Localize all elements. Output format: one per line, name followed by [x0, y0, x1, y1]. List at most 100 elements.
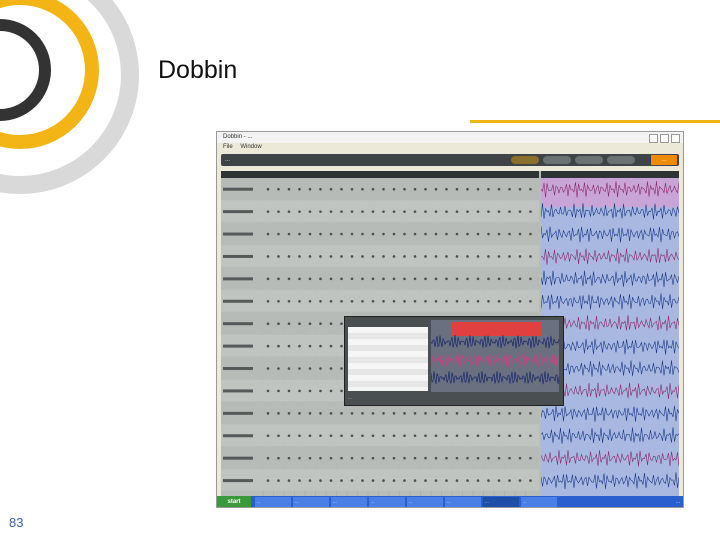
task-button[interactable]: ...	[255, 497, 291, 507]
waveform-trace	[541, 247, 679, 265]
grid-cell-mark	[529, 187, 532, 191]
grid-cell-mark	[298, 210, 301, 213]
grid-cell-mark	[361, 277, 364, 281]
grid-cell-mark	[403, 434, 406, 438]
toolbar-pill[interactable]	[575, 156, 603, 164]
start-button[interactable]: start	[217, 496, 251, 507]
grid-cell-mark	[508, 299, 511, 303]
task-button[interactable]: ...	[521, 497, 557, 507]
grid-cell-mark	[371, 210, 375, 213]
task-button[interactable]: ...	[483, 497, 519, 507]
grid-cell-mark	[497, 210, 501, 213]
toolbar-pill[interactable]	[511, 156, 539, 164]
grid-cell-mark	[466, 255, 469, 258]
grid-cell-mark	[319, 344, 322, 348]
minimize-icon[interactable]	[649, 134, 658, 143]
grid-cell-mark	[277, 255, 280, 258]
grid-cell-mark	[445, 255, 448, 258]
dialog-waveform	[431, 320, 559, 392]
grid-cell-mark	[466, 479, 469, 482]
close-icon[interactable]	[671, 134, 680, 143]
grid-cell-mark	[476, 412, 480, 415]
grid-cell-mark	[382, 277, 385, 281]
task-button[interactable]: ...	[407, 497, 443, 507]
grid-cell-mark	[455, 434, 459, 438]
grid-cell-mark	[497, 412, 501, 415]
grid-cell-mark	[487, 434, 490, 438]
dialog-list-item[interactable]	[348, 381, 428, 387]
grid-cell-mark	[445, 479, 448, 482]
grid-cell-mark	[497, 232, 501, 236]
grid-cell-mark	[371, 479, 375, 482]
breadcrumb: ...	[225, 157, 231, 163]
toolbar: ... ...	[221, 154, 679, 166]
grid-cell-mark	[413, 210, 417, 213]
grid-cell-mark	[518, 434, 522, 438]
grid-cell-mark	[350, 255, 354, 258]
grid-cell-mark	[403, 187, 406, 191]
grid-cell-mark	[413, 456, 417, 460]
grid-cell-mark	[298, 187, 301, 191]
grid-cell-mark	[434, 412, 438, 415]
grid-cell-mark	[277, 389, 280, 393]
grid-cell-mark	[361, 479, 364, 482]
grid-cell-mark	[308, 187, 312, 191]
toolbar-pill[interactable]	[607, 156, 635, 164]
grid-cell-mark	[319, 367, 322, 370]
grid-cell-mark	[392, 210, 396, 213]
grid-cell-mark	[487, 187, 490, 191]
grid-cell-mark	[487, 232, 490, 236]
grid-cell-mark	[445, 434, 448, 438]
grid-cell-mark	[518, 210, 522, 213]
grid-cell-mark	[266, 210, 270, 213]
grid-cell-mark	[424, 434, 427, 438]
grid-cell-mark	[277, 456, 280, 460]
grid-cell-mark	[476, 187, 480, 191]
grid-cell-mark	[277, 210, 280, 213]
grid-cell-mark	[529, 299, 532, 303]
clock: ...	[675, 499, 680, 505]
toolbar-controls	[511, 156, 635, 164]
grid-cell-mark	[434, 479, 438, 482]
grid-cell-mark	[497, 299, 501, 303]
task-button[interactable]: ...	[445, 497, 481, 507]
grid-cell-mark	[497, 187, 501, 191]
grid-cell-mark	[277, 412, 280, 415]
row-label-mark	[223, 367, 253, 371]
dialog-waveform-trace	[431, 370, 559, 385]
grid-cell-mark	[329, 367, 333, 370]
grid-cell-mark	[277, 434, 280, 438]
grid-cell-mark	[329, 210, 333, 213]
maximize-icon[interactable]	[660, 134, 669, 143]
window-controls	[649, 134, 680, 143]
grid-cell-mark	[434, 255, 438, 258]
dialog-list[interactable]	[348, 327, 428, 391]
grid-cell-mark	[329, 412, 333, 415]
grid-cell-mark	[266, 412, 270, 415]
row-label-mark	[223, 479, 253, 483]
waveform-trace	[541, 270, 679, 288]
grid-cell-mark	[497, 255, 501, 258]
toolbar-pill[interactable]	[543, 156, 571, 164]
slide-number: 83	[9, 515, 24, 530]
grid-cell-mark	[298, 255, 301, 258]
task-button[interactable]: ...	[293, 497, 329, 507]
grid-cell-mark	[476, 255, 480, 258]
grid-cell-mark	[445, 299, 448, 303]
grid-cell-mark	[434, 187, 438, 191]
grid-cell-mark	[455, 456, 459, 460]
grid-cell-mark	[371, 456, 375, 460]
menu-window[interactable]: Window	[240, 144, 261, 150]
brand-logo: ...	[651, 155, 677, 165]
task-button[interactable]: ...	[369, 497, 405, 507]
grid-cell-mark	[298, 456, 301, 460]
grid-cell-mark	[455, 187, 459, 191]
grid-cell-mark	[413, 479, 417, 482]
menu-file[interactable]: File	[223, 144, 233, 150]
grid-cell-mark	[487, 277, 490, 281]
grid-cell-mark	[518, 299, 522, 303]
task-button[interactable]: ...	[331, 497, 367, 507]
grid-cell-mark	[371, 434, 375, 438]
grid-cell-mark	[424, 210, 427, 213]
grid-cell-mark	[308, 456, 312, 460]
